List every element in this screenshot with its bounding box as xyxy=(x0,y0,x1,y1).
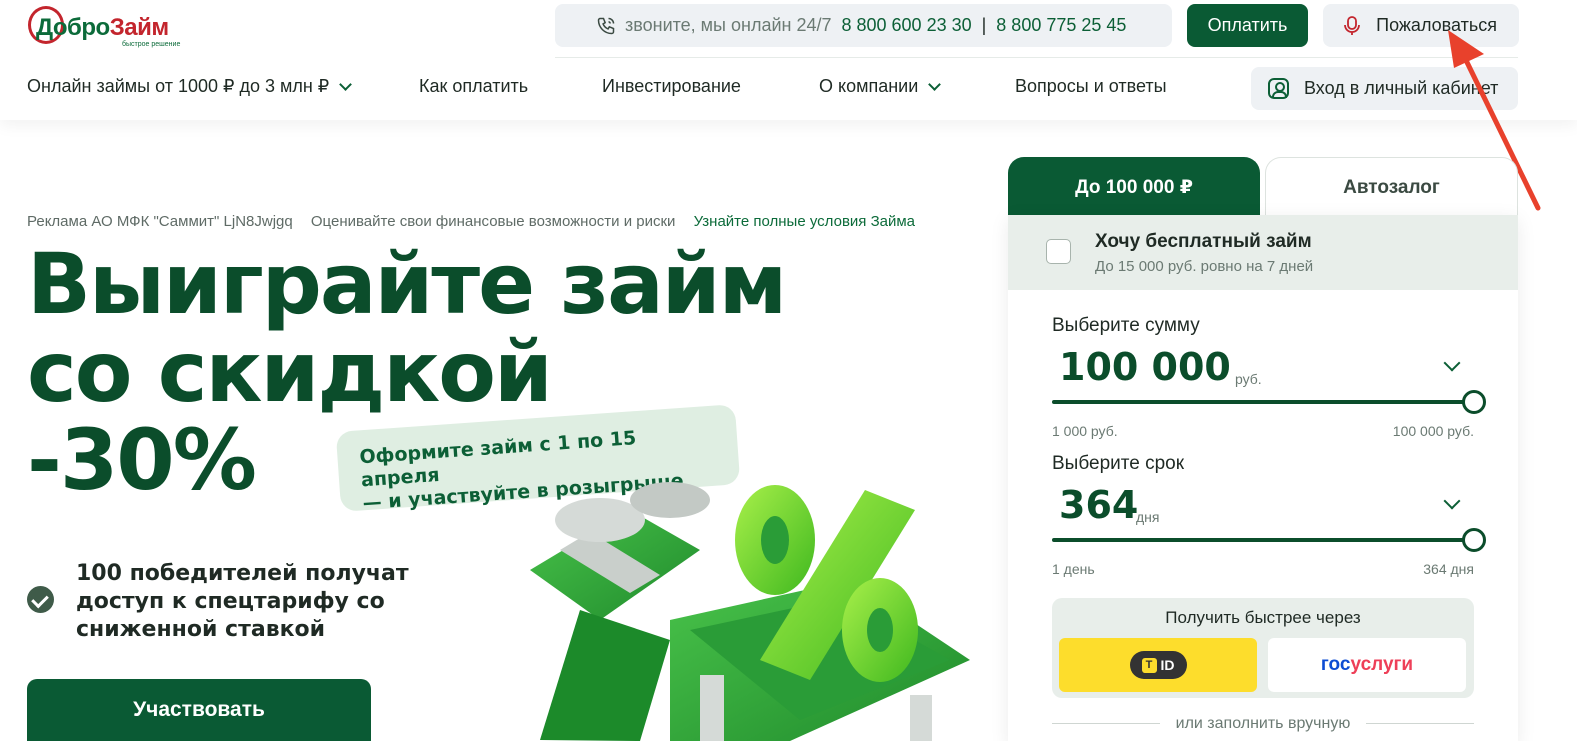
site-header: ДоброЗайм быстрое решение звоните, мы он… xyxy=(0,0,1577,120)
user-icon xyxy=(1268,78,1289,99)
free-loan-subtitle: До 15 000 руб. ровно на 7 дней xyxy=(1095,258,1314,275)
logo-part1: Добро xyxy=(36,14,110,41)
manual-divider: или заполнить вручную xyxy=(1052,715,1474,733)
chevron-down-icon xyxy=(928,78,942,91)
chevron-down-icon xyxy=(339,78,353,91)
phone-icon xyxy=(597,17,615,35)
complain-label: Пожаловаться xyxy=(1376,15,1497,35)
header-divider xyxy=(555,57,1518,58)
tab-auto-pledge[interactable]: Автозалог xyxy=(1265,157,1518,217)
t-icon: T xyxy=(1141,657,1157,673)
login-button[interactable]: Вход в личный кабинет xyxy=(1251,67,1518,110)
amount-unit: руб. xyxy=(1235,371,1262,387)
nav-how-to-pay[interactable]: Как оплатить xyxy=(419,76,528,97)
nav-about-label: О компании xyxy=(819,76,919,96)
manual-fill-link[interactable]: или заполнить вручную xyxy=(1052,715,1474,733)
t-id-logo: T ID xyxy=(1129,651,1187,679)
loan-calculator: Хочу бесплатный займ До 15 000 руб. ровн… xyxy=(1008,215,1518,741)
gosuslugi-button[interactable]: гос услуги xyxy=(1268,638,1466,692)
bullet-text: 100 победителей получат доступ к спецтар… xyxy=(76,561,409,642)
tab-up-to-100k[interactable]: До 100 000 ₽ xyxy=(1008,157,1260,217)
phone-number-2[interactable]: 8 800 775 25 45 xyxy=(996,15,1126,36)
logo-tagline: быстрое решение xyxy=(122,41,181,48)
term-value[interactable]: 364 xyxy=(1059,483,1138,527)
check-circle-icon xyxy=(27,586,54,613)
hero-title-line2: со скидкой xyxy=(27,323,553,421)
ad-notice: Реклама АО МФК "Саммит" LjN8Jwjgq xyxy=(27,213,293,230)
term-slider[interactable] xyxy=(1052,538,1474,542)
chevron-down-icon[interactable] xyxy=(1443,354,1461,372)
logo-part2: Займ xyxy=(109,14,169,41)
complain-button[interactable]: Пожаловаться xyxy=(1323,4,1519,47)
free-loan-title: Хочу бесплатный займ xyxy=(1095,231,1312,252)
ad-disclaimer: Реклама АО МФК "Саммит" LjN8Jwjgq Оценив… xyxy=(27,213,915,230)
call-text: звоните, мы онлайн 24/7 xyxy=(625,15,832,35)
chevron-down-icon[interactable] xyxy=(1443,492,1461,510)
term-slider-thumb[interactable] xyxy=(1462,528,1486,552)
term-unit: дня xyxy=(1136,509,1160,525)
participate-button[interactable]: Участвовать xyxy=(27,679,371,741)
amount-value[interactable]: 100 000 xyxy=(1059,345,1231,389)
fast-signin-box: Получить быстрее через T ID гос услуги xyxy=(1052,598,1474,698)
amount-slider-thumb[interactable] xyxy=(1462,390,1486,414)
terms-link[interactable]: Узнайте полные условия Займа xyxy=(694,213,915,230)
free-loan-checkbox[interactable] xyxy=(1046,239,1071,264)
gift-box-illustration xyxy=(530,482,970,741)
fast-title: Получить быстрее через xyxy=(1165,608,1361,627)
amount-max: 100 000 руб. xyxy=(1392,423,1474,439)
term-max: 364 дня xyxy=(1423,561,1474,577)
phone-contacts: звоните, мы онлайн 24/7 8 800 600 23 30 … xyxy=(555,4,1172,47)
dobrozaim-logo[interactable]: ДоброЗайм быстрое решение xyxy=(28,6,188,50)
winners-bullet: 100 победителей получат доступ к спецтар… xyxy=(27,560,416,644)
risk-notice: Оценивайте свои финансовые возможности и… xyxy=(310,213,676,230)
t-id-button[interactable]: T ID xyxy=(1059,638,1257,692)
hero-title-line1: Выиграйте займ xyxy=(27,235,787,333)
t-id-label: ID xyxy=(1160,657,1175,673)
phone-number-1[interactable]: 8 800 600 23 30 xyxy=(841,15,971,36)
nav-loans[interactable]: Онлайн займы от 1000 ₽ до 3 млн ₽ xyxy=(27,76,353,97)
amount-min: 1 000 руб. xyxy=(1052,423,1118,439)
nav-investing[interactable]: Инвестирование xyxy=(602,76,741,97)
phone-separator: | xyxy=(981,15,987,35)
nav-faq[interactable]: Вопросы и ответы xyxy=(1015,76,1167,97)
amount-slider[interactable] xyxy=(1052,400,1474,404)
free-loan-option[interactable]: Хочу бесплатный займ До 15 000 руб. ровн… xyxy=(1008,215,1518,290)
login-label: Вход в личный кабинет xyxy=(1304,78,1499,98)
microphone-icon xyxy=(1344,16,1360,35)
pay-button[interactable]: Оплатить xyxy=(1187,4,1308,47)
nav-about[interactable]: О компании xyxy=(819,76,942,97)
amount-label: Выберите сумму xyxy=(1052,315,1200,336)
gosuslugi-part2: услуги xyxy=(1350,654,1414,675)
term-min: 1 день xyxy=(1052,561,1095,577)
gosuslugi-part1: гос xyxy=(1320,654,1351,675)
term-label: Выберите срок xyxy=(1052,453,1185,474)
nav-loans-label: Онлайн займы от 1000 ₽ до 3 млн ₽ xyxy=(27,76,330,96)
